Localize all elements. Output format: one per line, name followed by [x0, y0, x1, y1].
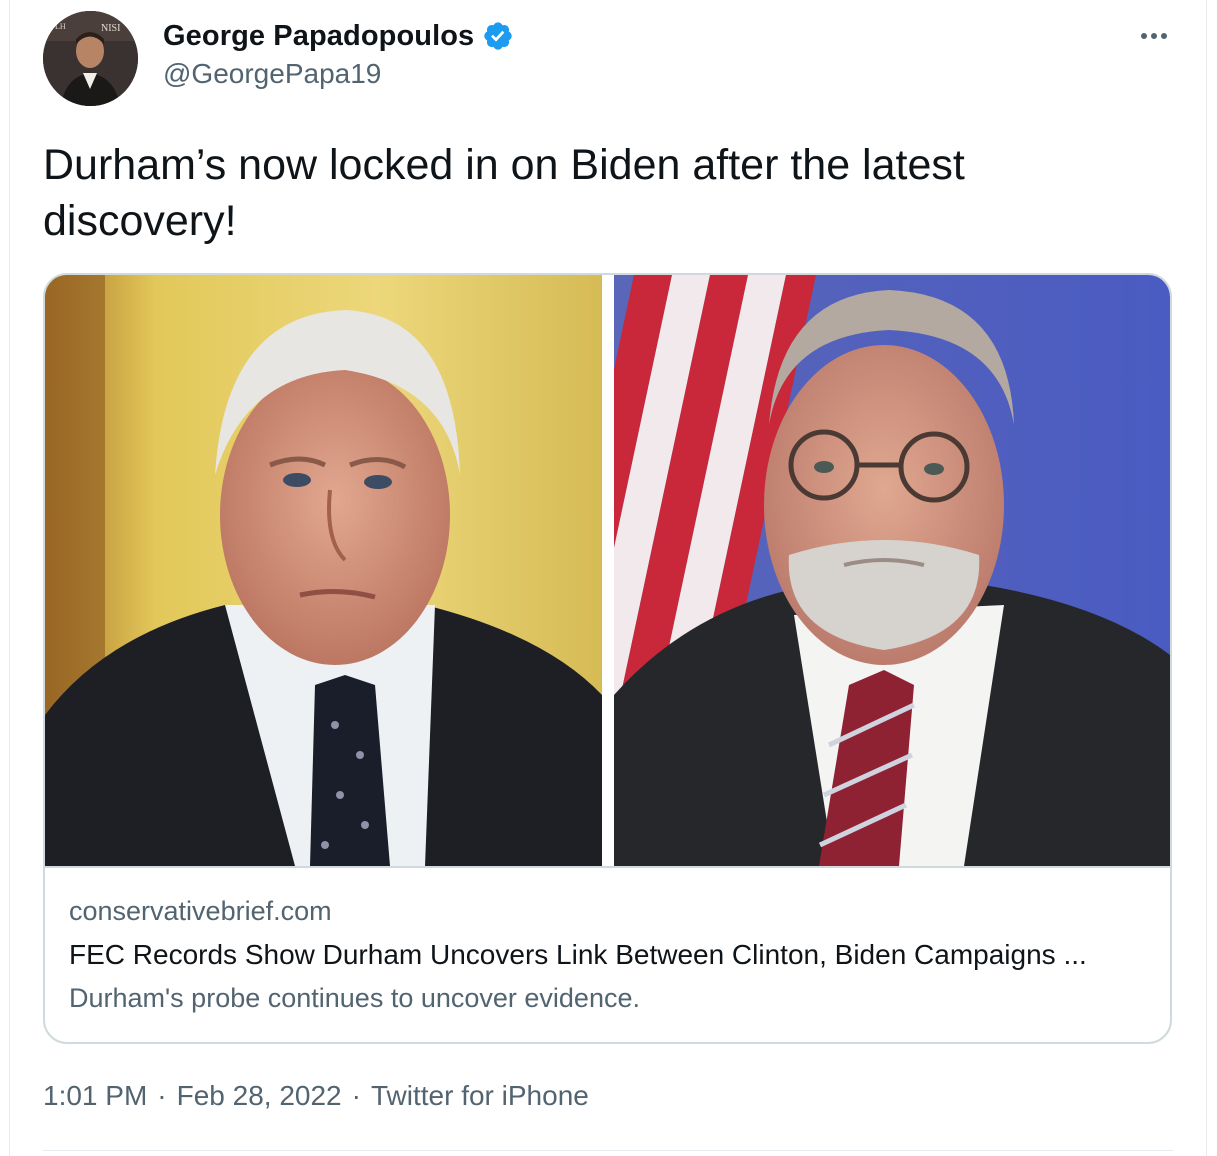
tweet-time[interactable]: 1:01 PM: [43, 1080, 147, 1112]
author-handle[interactable]: @GeorgePapa19: [163, 58, 381, 90]
card-image-left: [45, 275, 602, 866]
more-dot-icon: [1141, 33, 1147, 39]
tweet-meta: 1:01 PM · Feb 28, 2022 · Twitter for iPh…: [43, 1080, 589, 1112]
author-name-row: George Papadopoulos: [163, 16, 514, 56]
tweet-text: Durham’s now locked in on Biden after th…: [43, 141, 965, 245]
svg-text:LH: LH: [55, 22, 66, 31]
tweet-bottom-divider: [43, 1150, 1173, 1151]
avatar-photo: LH NISI: [43, 11, 138, 106]
card-media: [45, 275, 1170, 866]
author-avatar[interactable]: LH NISI: [43, 11, 138, 106]
svg-text:NISI: NISI: [101, 23, 120, 34]
durham-portrait-photo: [614, 275, 1170, 866]
meta-separator: ·: [157, 1080, 167, 1111]
meta-separator: ·: [351, 1080, 361, 1111]
tweet-source[interactable]: Twitter for iPhone: [371, 1080, 589, 1112]
tweet: LH NISI George Papadopoulos @GeorgePapa1…: [10, 0, 1206, 1156]
tweet-date[interactable]: Feb 28, 2022: [177, 1080, 342, 1112]
verified-badge-icon: [484, 22, 512, 50]
card-description: Durham's probe continues to uncover evid…: [69, 983, 640, 1013]
more-dot-icon: [1151, 33, 1157, 39]
timeline-border-right: [1206, 0, 1207, 1156]
card-title: FEC Records Show Durham Uncovers Link Be…: [69, 939, 1087, 970]
card-domain: conservativebrief.com: [69, 896, 332, 926]
card-divider: [45, 866, 1170, 868]
link-preview-card[interactable]: conservativebrief.com FEC Records Show D…: [43, 273, 1172, 1044]
card-image-right: [614, 275, 1170, 866]
biden-portrait-photo: [45, 275, 602, 866]
more-options-button[interactable]: [1134, 22, 1174, 50]
more-dot-icon: [1161, 33, 1167, 39]
author-display-name[interactable]: George Papadopoulos: [163, 20, 474, 53]
